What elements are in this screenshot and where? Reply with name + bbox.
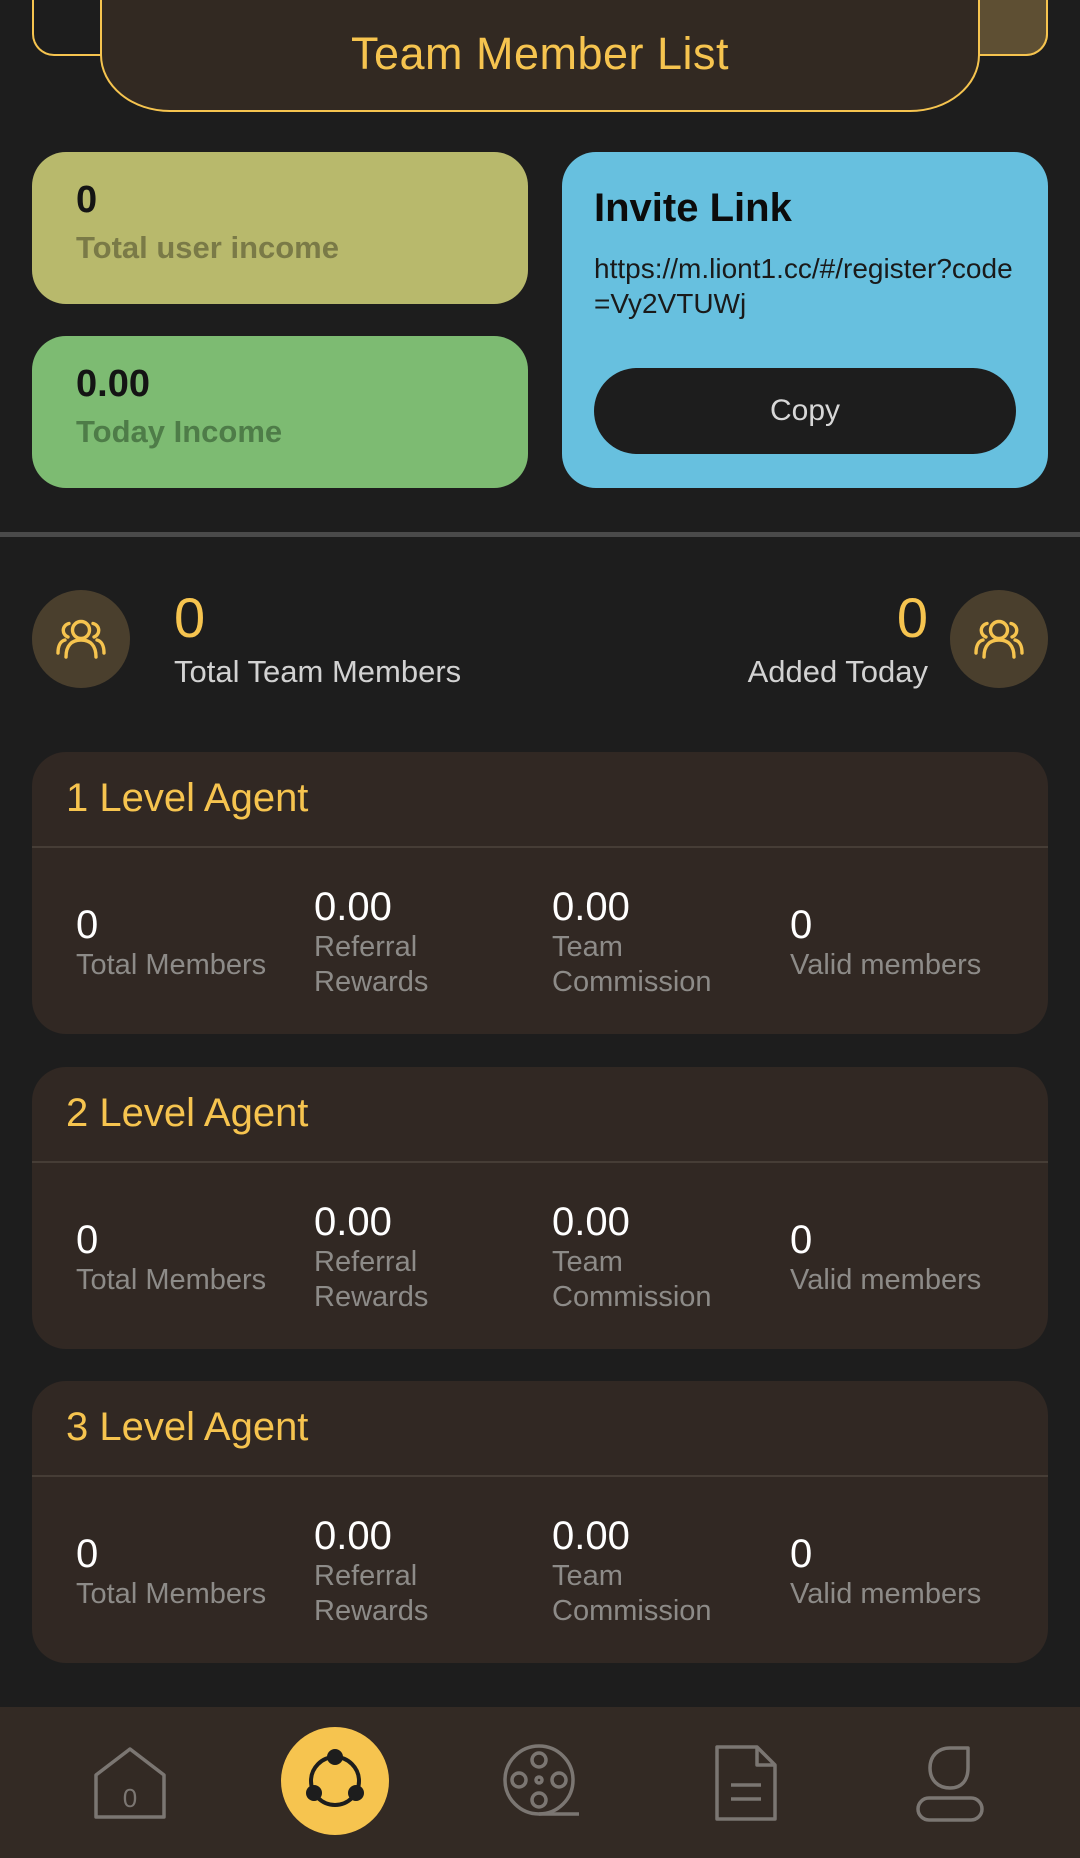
today-income-card: 0.00 Today Income [32,336,528,488]
metric-referral-rewards: 0.00 Referral Rewards [314,882,484,1002]
bottom-nav: 0 [0,1707,1080,1858]
today-income-label: Today Income [76,413,283,449]
metric-value: 0.00 [314,1200,392,1244]
level-card-divider [32,1161,1048,1163]
section-divider [0,532,1080,537]
metric-total-members: 0 Total Members [76,882,306,1002]
metric-label: Referral Rewards [314,1246,429,1313]
total-user-income-label: Total user income [76,229,339,265]
metric-valid-members: 0 Valid members [790,882,1030,1002]
metric-team-commission: 0.00 Team Commission [552,1511,742,1631]
metric-value: 0.00 [552,1200,630,1244]
total-user-income-card: 0 Total user income [32,152,528,304]
metric-total-members: 0 Total Members [76,1511,306,1631]
header-title-pill: Team Member List [100,0,980,112]
metric-value: 0 [76,1531,99,1576]
metric-label: Team Commission [552,1560,712,1627]
metric-valid-members: 0 Valid members [790,1511,1030,1631]
nav-home[interactable]: 0 [82,1735,178,1831]
level-agent-card-1[interactable]: 1 Level Agent 0 Total Members 0.00 Refer… [32,752,1048,1034]
level-agent-card-3[interactable]: 3 Level Agent 0 Total Members 0.00 Refer… [32,1381,1048,1663]
added-today-value: 0 [896,586,928,649]
metric-label: Referral Rewards [314,931,429,998]
metric-team-commission: 0.00 Team Commission [552,882,742,1002]
metric-label: Total Members [76,1577,267,1610]
metric-value: 0 [76,902,99,947]
added-today-icon [950,590,1048,688]
metric-label: Valid members [790,1577,982,1610]
level-card-divider [32,846,1048,848]
metric-value: 0 [790,1531,813,1576]
team-share-icon [306,1749,364,1807]
team-members-icon [32,590,130,688]
metric-total-members: 0 Total Members [76,1197,306,1317]
metric-label: Team Commission [552,1246,712,1313]
home-icon: 0 [94,1747,166,1819]
invite-link-url: https://m.liont1.cc/#/register?code=Vy2V… [594,253,1013,319]
metric-value: 0 [76,1217,99,1262]
added-today-label: Added Today [747,654,928,689]
metric-referral-rewards: 0.00 Referral Rewards [314,1197,484,1317]
total-user-income-value: 0 [76,179,98,221]
metric-value: 0.00 [314,885,392,929]
metric-label: Valid members [790,1263,982,1296]
metric-value: 0.00 [314,1514,392,1558]
metric-label: Team Commission [552,931,712,998]
nav-team[interactable] [281,1727,389,1835]
nav-media[interactable] [494,1735,590,1831]
metric-value: 0 [790,1217,813,1262]
nav-profile[interactable] [902,1735,998,1831]
metric-team-commission: 0.00 Team Commission [552,1197,742,1317]
invite-link-title: Invite Link [594,186,792,230]
total-team-members-label: Total Team Members [174,654,462,689]
total-team-members-value: 0 [174,586,206,649]
level-agent-title: 3 Level Agent [66,1405,309,1449]
metric-label: Total Members [76,948,267,981]
level-agent-title: 2 Level Agent [66,1091,309,1135]
metric-label: Referral Rewards [314,1560,429,1627]
profile-icon [916,1746,984,1822]
metric-label: Total Members [76,1263,267,1296]
document-icon [715,1745,777,1821]
level-card-divider [32,1475,1048,1477]
nav-records[interactable] [698,1735,794,1831]
metric-valid-members: 0 Valid members [790,1197,1030,1317]
svg-text:0: 0 [123,1783,137,1813]
invite-link-card: Invite Link https://m.liont1.cc/#/regist… [562,152,1048,488]
metric-value: 0.00 [552,885,630,929]
today-income-value: 0.00 [76,363,150,405]
copy-button[interactable]: Copy [594,368,1016,454]
level-agent-title: 1 Level Agent [66,776,309,820]
metric-referral-rewards: 0.00 Referral Rewards [314,1511,484,1631]
metric-label: Valid members [790,948,982,981]
metric-value: 0 [790,902,813,947]
metric-value: 0.00 [552,1514,630,1558]
film-reel-icon [503,1744,579,1816]
page-title: Team Member List [350,28,730,79]
level-agent-card-2[interactable]: 2 Level Agent 0 Total Members 0.00 Refer… [32,1067,1048,1349]
